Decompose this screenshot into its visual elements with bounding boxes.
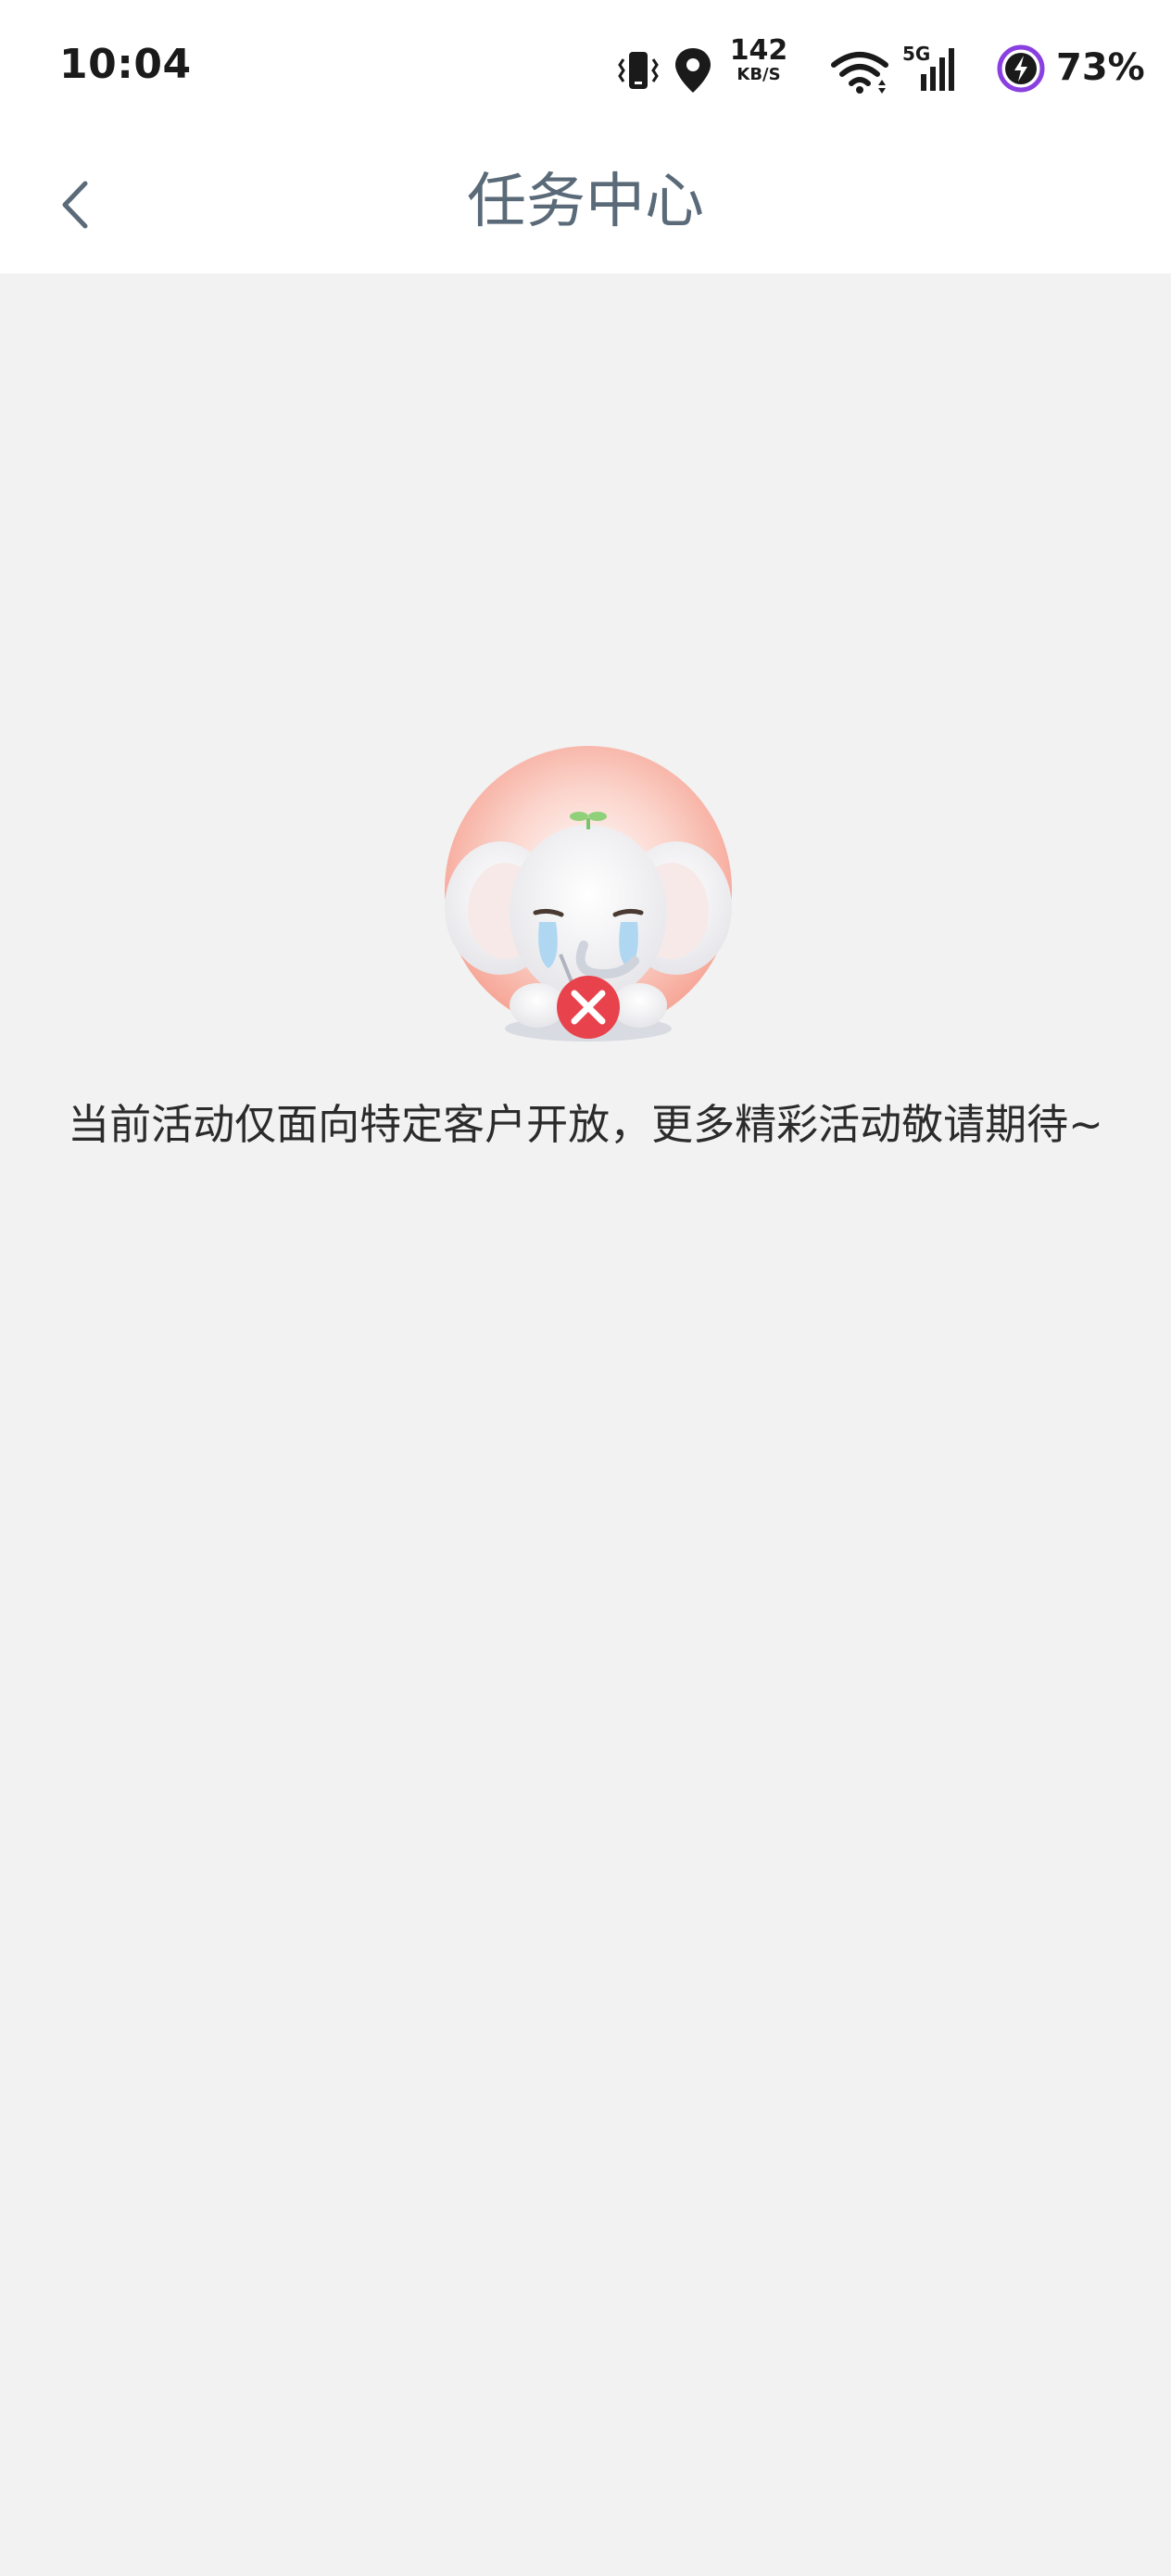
status-time: 10:04 [59,41,192,88]
location-icon [675,48,711,93]
crying-elephant-illustration [445,746,732,1042]
wifi-icon [831,52,888,94]
battery-charging-icon [997,44,1045,93]
nav-bar: 任务中心 [0,139,1171,273]
network-speed-unit: KB/S [737,65,781,84]
main-content: 当前活动仅面向特定客户开放，更多精彩活动敬请期待~ [0,273,1171,2576]
network-speed-value: 142 [729,34,788,67]
signal-icon [921,48,954,91]
page-title: 任务中心 [467,168,704,236]
battery-percent: 73% [1056,46,1145,89]
status-bar: 10:04 142 KB/S 5G 73% [0,0,1171,139]
vibrate-icon [618,52,659,89]
network-speed: 142 KB/S [726,37,791,83]
status-icons: 142 KB/S 5G 73% [615,37,1171,102]
empty-state-message: 当前活动仅面向特定客户开放，更多精彩活动敬请期待~ [68,1100,1103,1149]
